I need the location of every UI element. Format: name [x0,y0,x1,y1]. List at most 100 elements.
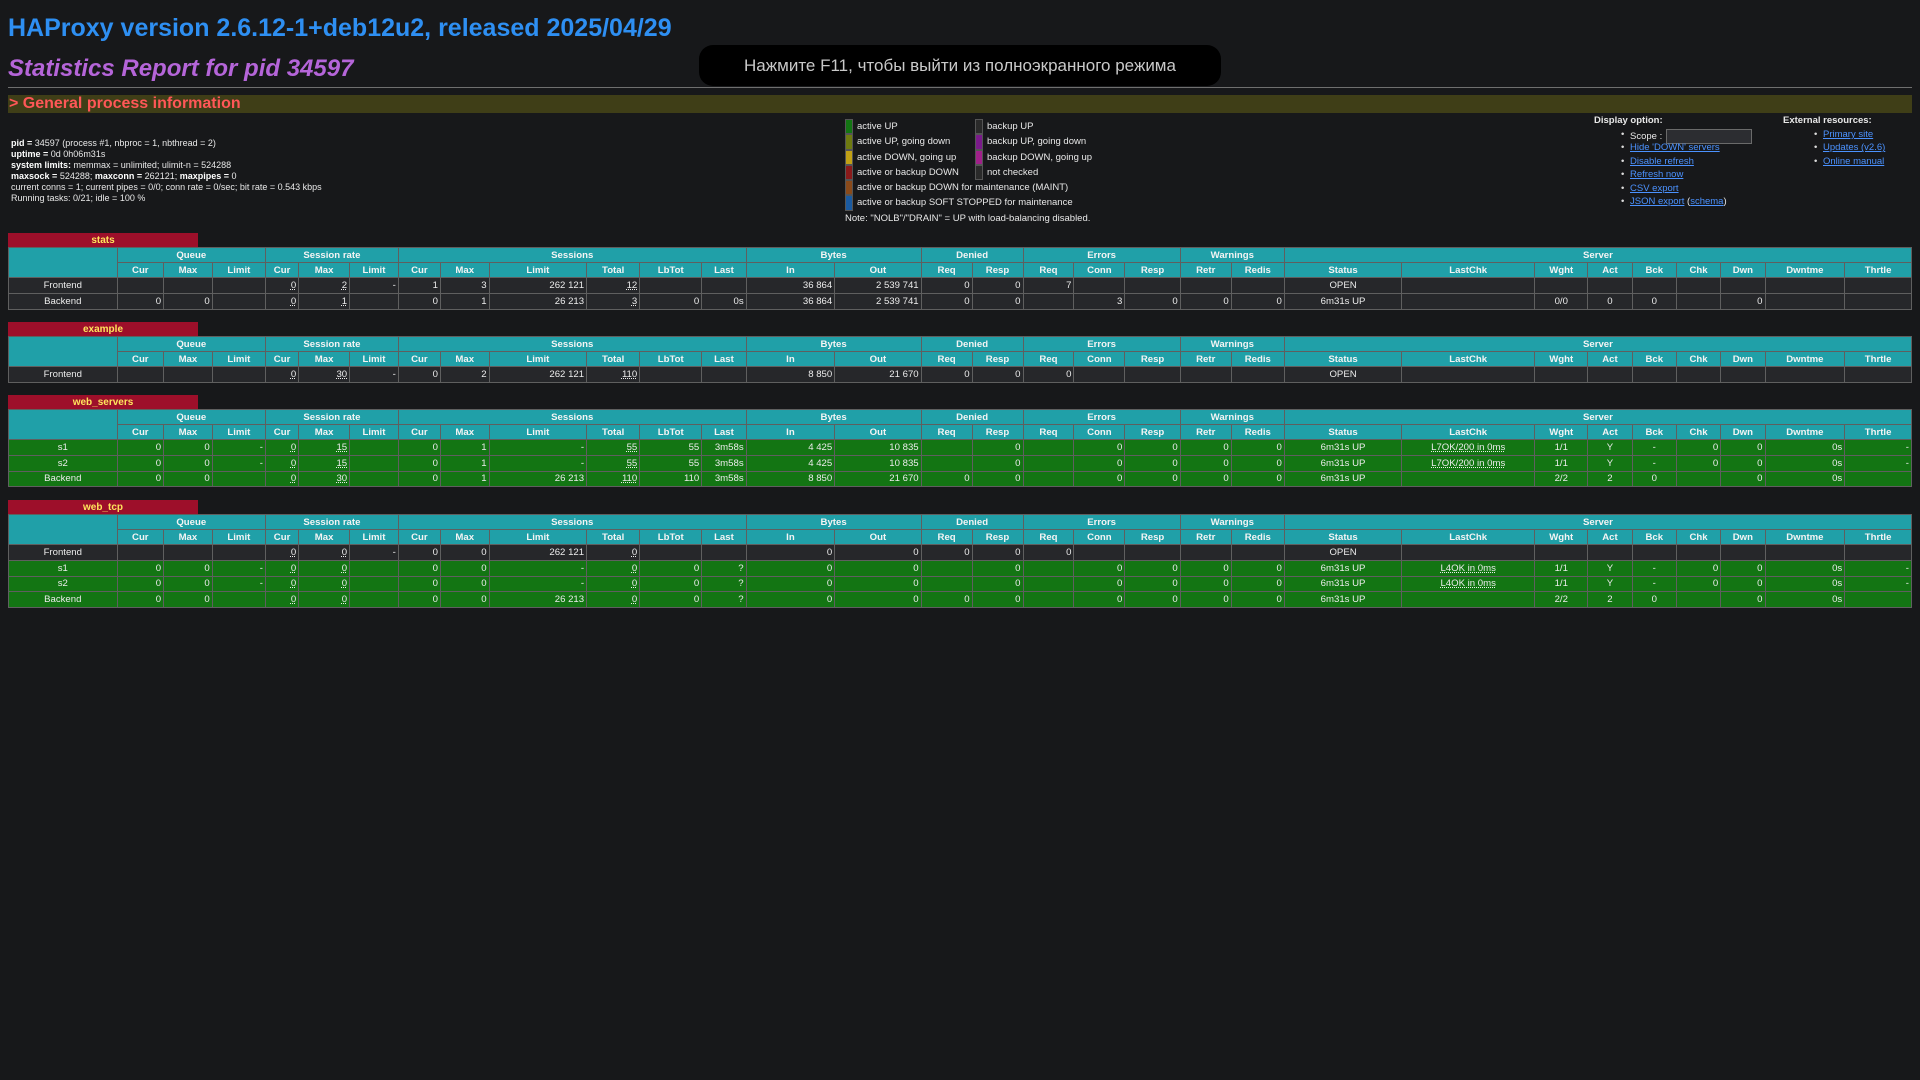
legend-label: active UP [857,121,898,132]
column-header: Limit [488,262,588,278]
table-cell: 15 [298,439,351,456]
column-group-header: Errors [1022,409,1181,425]
table-cell [1073,544,1126,561]
table-cell: 0 [1675,575,1722,593]
online-manual-link[interactable]: Online manual [1823,156,1884,167]
column-header: LastChk [1401,424,1536,440]
column-header: Total [586,424,641,440]
refresh-now-link[interactable]: Refresh now [1630,169,1683,180]
column-header: Max [298,424,351,440]
table-cell: 15 [298,454,351,472]
table-row: Backend 0 0 0 0 0 0 26 213 0 0? 0 0 0 0 0 0 0 0 6m31s UP 2/… [8,591,1912,609]
table-cell [1720,277,1766,294]
table-cell [701,544,747,561]
table-cell: 21 670 [834,470,922,488]
table-cell: 3m58s [701,439,747,456]
table-cell: 0 [920,366,973,383]
json-export-link[interactable]: JSON export [1630,196,1684,207]
table-cell: 0 [1073,591,1126,609]
table-cell: 0 [439,591,490,609]
column-header: Out [834,262,922,278]
column-header: Max [163,529,213,545]
table-cell: 3m58s [701,470,747,488]
legend-label: active UP, going down [857,136,951,148]
table-cell: 3 [1073,292,1126,310]
json-schema-link[interactable]: schema [1690,196,1723,207]
legend-label: active DOWN, going up [857,151,957,163]
row-name[interactable]: Frontend [8,366,118,383]
row-name[interactable]: s1 [8,559,118,577]
table-cell: Y [1587,575,1633,593]
table-cell: 0 [1124,470,1181,488]
proxy-name-example[interactable]: example [8,322,198,337]
proxy-name-web_servers[interactable]: web_servers [8,395,198,410]
column-header: Status [1283,424,1403,440]
table-cell: 6m31s UP [1283,591,1403,609]
column-header: Conn [1073,262,1126,278]
table-cell: - [488,439,588,456]
disable-refresh-link[interactable]: Disable refresh [1630,156,1694,167]
csv-export-link[interactable]: CSV export [1630,183,1679,194]
table-cell [211,277,266,294]
table-cell: 0 [1124,591,1181,609]
table-cell [1124,366,1181,383]
table-cell [1179,544,1232,561]
table-cell: 0 [971,454,1024,472]
row-name[interactable]: s2 [8,454,118,472]
table-cell: 2 539 741 [834,277,922,294]
table-cell: 0 [1230,454,1285,472]
table-cell: 55 [586,454,641,472]
row-name[interactable]: Frontend [8,277,118,294]
column-header: Cur [116,424,165,440]
table-cell: 1/1 [1534,439,1589,456]
divider [8,87,1912,88]
table-cell: 0 [1022,544,1075,561]
proxy-name-stats[interactable]: stats [8,233,198,248]
legend-item: active or backup DOWN for maintenance (M… [845,180,1068,196]
table-cell: 0 [971,544,1024,561]
table-cell: 0 [397,544,441,561]
table-cell: 36 864 [745,277,836,294]
column-header: LbTot [639,351,703,367]
table-cell: 0 [116,591,165,609]
column-header: Conn [1073,424,1126,440]
column-header: Out [834,529,922,545]
row-name[interactable]: s1 [8,439,118,456]
proxy-name-web_tcp[interactable]: web_tcp [8,500,198,515]
column-header: Dwn [1720,529,1766,545]
column-group-header: Bytes [745,336,922,352]
table-cell: 1 [439,439,490,456]
table-cell: 2 [439,366,490,383]
table-cell: 0 [439,575,490,593]
legend-label: active or backup SOFT STOPPED for mainte… [857,197,1073,209]
table-cell [1022,470,1075,488]
updates-link[interactable]: Updates (v2.6) [1823,142,1885,153]
row-name[interactable]: Backend [8,292,118,310]
table-cell: 30 [298,366,351,383]
column-header: Dwntme [1764,424,1846,440]
legend-swatch [845,180,853,196]
table-cell [1124,277,1181,294]
column-header: Retr [1179,351,1232,367]
legend-swatch [845,164,853,181]
column-header: Thrtle [1844,424,1912,440]
column-header: Cur [397,529,441,545]
column-group-header: Server [1283,514,1913,530]
table-cell: 0 [1179,575,1232,593]
row-name[interactable]: Backend [8,591,118,609]
table-cell: 0 [1179,454,1232,472]
legend-swatch [975,164,983,181]
column-header: Dwn [1720,262,1766,278]
row-name[interactable]: Frontend [8,544,118,561]
table-cell: 0 [1230,292,1285,310]
row-name[interactable]: Backend [8,470,118,488]
column-header: Resp [1124,262,1181,278]
table-cell: 0 [264,559,300,577]
hide-down-servers-link[interactable]: Hide 'DOWN' servers [1630,142,1720,153]
table-cell: 0 [971,366,1024,383]
table-cell [1720,544,1766,561]
column-header: Req [920,351,973,367]
row-name[interactable]: s2 [8,575,118,593]
primary-site-link[interactable]: Primary site [1823,129,1873,140]
table-cell: ? [701,559,747,577]
